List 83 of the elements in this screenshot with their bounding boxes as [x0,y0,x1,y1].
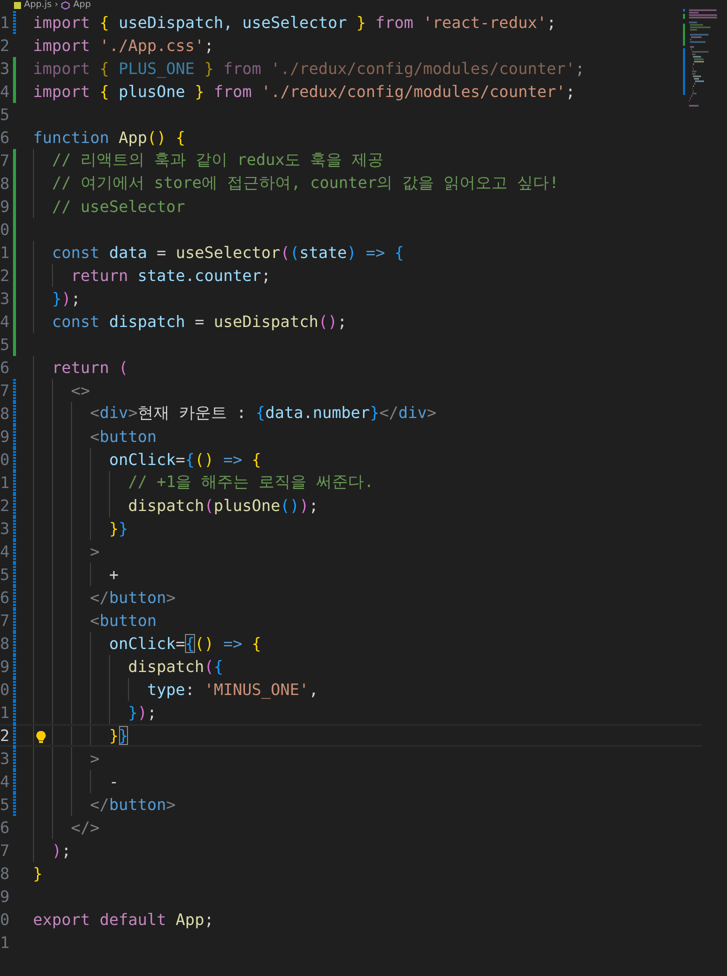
code-line: <button [90,427,157,446]
line-number: 1 [0,933,8,952]
code-line: import { useDispatch, useSelector } from 'react-redux'; [33,13,556,32]
code-line: onClick={() => { [109,450,262,469]
code-line: <div>현재 카운트 : {data.number}</div> [90,403,436,424]
file-icon [14,2,21,9]
line-number: 6 [0,588,8,607]
code-line: > [90,749,100,768]
code-line: ); [52,841,72,860]
line-number: 2 [0,726,8,745]
code-line: import './App.css'; [33,36,214,55]
line-number: 0 [0,450,8,469]
line-number: 7 [0,611,8,630]
breadcrumb-item[interactable]: App.js [24,0,52,11]
lightbulb-icon[interactable] [35,730,47,744]
code-line: // +1을 해주는 로직을 써준다. [128,472,374,493]
code-line: import { plusOne } from './redux/config/modules/counter'; [33,82,576,101]
line-number: 7 [0,381,8,400]
line-number: 0 [0,680,8,699]
line-number: 2 [0,36,8,55]
code-line: import { PLUS_ONE } from './redux/config/modules/counter'; [33,59,585,78]
line-number: 7 [0,841,8,860]
code-line: <> [71,381,90,400]
line-number: 3 [0,59,8,78]
line-number: 1 [0,243,8,262]
code-line: </button> [90,588,176,607]
line-number: 8 [0,634,8,653]
code-line: } [33,864,43,883]
code-line: </button> [90,795,176,814]
code-line: }} [109,726,128,745]
code-line: // 리액트의 훅과 같이 redux도 훅을 제공 [52,150,384,171]
code-line: </> [71,818,100,837]
line-number: 1 [0,473,8,492]
line-number: 9 [0,427,8,446]
code-line: export default App; [33,910,214,929]
code-line: const data = useSelector((state) => { [52,243,404,262]
code-line: <button [90,611,157,630]
code-line: return ( [52,358,128,377]
line-number: 6 [0,128,8,147]
line-number: 1 [0,13,8,32]
code-line: const dispatch = useDispatch(); [52,312,347,331]
line-number: 9 [0,197,8,216]
code-line: }); [128,703,157,722]
line-number: 5 [0,565,8,584]
line-number: 4 [0,312,8,331]
line-number: 6 [0,818,8,837]
line-number: 2 [0,266,8,285]
breadcrumb-item[interactable]: App [73,0,91,11]
code-line: dispatch(plusOne()); [128,496,318,515]
code-line: dispatch({ [128,657,224,676]
code-line: }} [109,519,128,538]
code-line: type: 'MINUS_ONE', [147,680,318,699]
line-number: 8 [0,864,8,883]
line-number: 9 [0,887,8,906]
code-line: }); [52,289,81,308]
code-line: + [109,565,119,584]
line-number: 4 [0,772,8,791]
line-number: 5 [0,795,8,814]
line-number: 3 [0,749,8,768]
line-number: 7 [0,151,8,170]
line-number: 1 [0,703,8,722]
code-line: > [90,542,100,561]
line-number: 0 [0,910,8,929]
line-number: 4 [0,82,8,101]
line-number: 5 [0,335,8,354]
line-number: 8 [0,174,8,193]
line-number: 4 [0,542,8,561]
code-line: // useSelector [52,197,186,216]
line-number: 2 [0,496,8,515]
code-line: function App() { [33,128,186,147]
cube-icon [61,1,70,10]
line-number: 9 [0,657,8,676]
code-line: - [109,772,119,791]
code-line: // 여기에서 store에 접근하여, counter의 값을 읽어오고 싶다! [52,173,559,194]
line-number: 3 [0,519,8,538]
breadcrumb-separator: › [54,0,58,11]
code-line: onClick={() => { [109,634,262,653]
line-number: 6 [0,358,8,377]
line-number: 8 [0,404,8,423]
line-number: 5 [0,105,8,124]
line-number: 0 [0,220,8,239]
code-line: return state.counter; [71,266,271,285]
line-number: 3 [0,289,8,308]
